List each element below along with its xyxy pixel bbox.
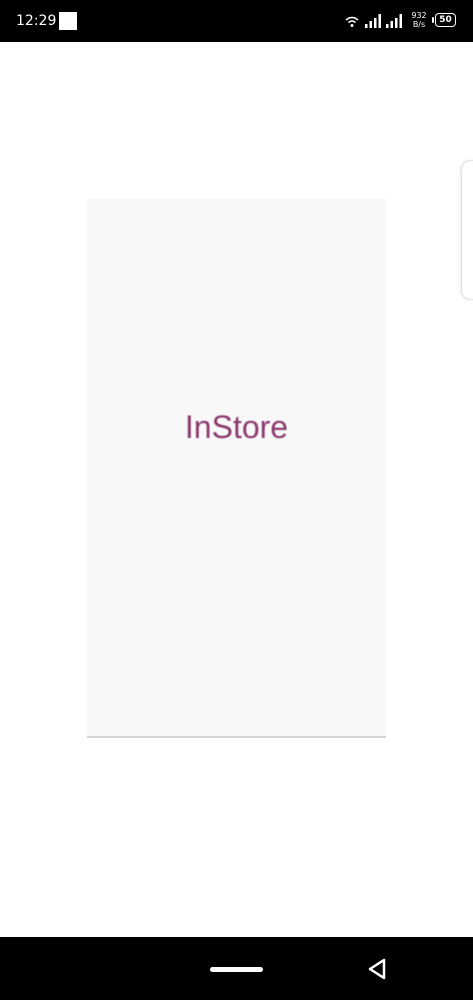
- navigation-bar: [0, 937, 473, 1000]
- status-time: 12:29: [16, 13, 57, 29]
- signal-icon: [386, 14, 402, 28]
- splash-screen: InStore: [87, 199, 386, 738]
- network-speed-unit: B/s: [412, 20, 426, 29]
- notification-icon: [59, 12, 77, 30]
- battery-level: 50: [439, 15, 452, 25]
- network-speed-value: 932: [411, 11, 427, 20]
- network-speed: 932 B/s: [409, 11, 429, 29]
- app-logo-text: InStore: [184, 409, 289, 445]
- battery-icon: 50: [432, 13, 458, 29]
- home-pill-icon[interactable]: [210, 967, 263, 972]
- app-content: InStore: [0, 42, 473, 937]
- edge-panel-handle[interactable]: [461, 160, 473, 300]
- battery-cap: [432, 17, 434, 23]
- signal-icon: [365, 14, 381, 28]
- status-bar: 12:29 932 B/s 50: [0, 0, 473, 42]
- back-icon[interactable]: [366, 957, 388, 981]
- wifi-icon: [345, 16, 359, 27]
